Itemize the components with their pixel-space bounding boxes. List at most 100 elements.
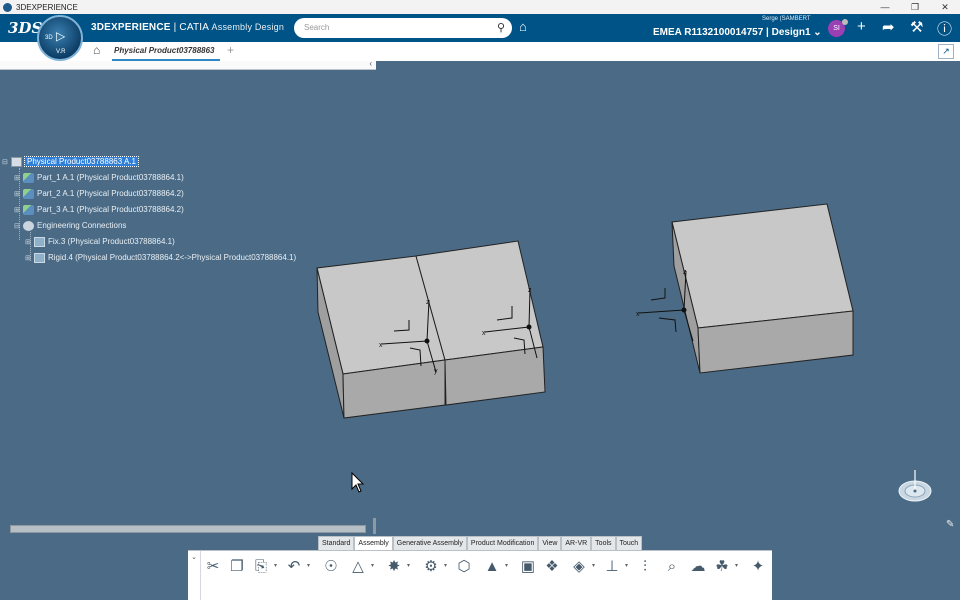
tag-icon[interactable]: ⌂ [519, 19, 527, 34]
tools-icon[interactable]: ⚒ [910, 18, 923, 36]
user-name: Serge (SAMBERT [762, 16, 811, 22]
expand-icon[interactable]: ⊞ [25, 236, 34, 249]
copy-icon[interactable]: ❐ [227, 557, 247, 577]
visualization-icon[interactable]: ☁ [688, 557, 708, 577]
fix-constraint-icon [34, 236, 45, 247]
compass-tool-icon[interactable]: ✦ [748, 557, 768, 577]
part-2-geometry[interactable] [415, 240, 546, 406]
expand-icon[interactable]: ⊞ [14, 204, 23, 217]
measure-icon[interactable]: ⫶ [635, 557, 655, 577]
mouse-cursor-icon [351, 472, 365, 493]
snap-icon[interactable]: ▲ [482, 557, 502, 577]
chevron-down-icon[interactable]: ▾ [274, 562, 277, 569]
axis-system-icon[interactable]: ⊥ [602, 557, 622, 577]
part-icon [23, 188, 34, 199]
axis-x-label: x [636, 311, 640, 318]
compass-widget[interactable]: 3D ▷ V.R [37, 15, 83, 61]
tree-node-part-2[interactable]: ⊞ Part_2 A.1 (Physical Product03788864.2) [14, 187, 184, 200]
axis-x-label: x [379, 342, 383, 349]
tree-node-fix[interactable]: ⊞ Fix.3 (Physical Product03788864.1) [25, 235, 175, 248]
axis-z-label: z [683, 269, 687, 276]
top-bar: 3DS 3DEXPERIENCE | CATIA Assembly Design… [0, 14, 960, 42]
document-tab-bar: ⌂ Physical Product03788863 + [0, 42, 960, 61]
flexible-icon[interactable]: ☘ [712, 557, 732, 577]
undo-icon[interactable]: ↶ [284, 557, 304, 577]
share-icon[interactable]: ➦ [882, 18, 895, 36]
tree-node-root[interactable]: ⊟ Physical Product03788863 A.1 [2, 155, 139, 169]
update-icon[interactable]: ✸ [384, 557, 404, 577]
tab-touch[interactable]: Touch [615, 536, 643, 550]
tab-physical-product[interactable]: Physical Product03788863 [112, 42, 220, 61]
expand-icon[interactable]: ⊞ [25, 252, 34, 265]
tab-product-modification[interactable]: Product Modification [466, 536, 539, 550]
collapse-icon[interactable]: ⊟ [2, 156, 11, 169]
product-icon [11, 156, 22, 167]
paste-icon[interactable]: ⎘ [251, 557, 271, 577]
splitter-handle[interactable] [373, 518, 376, 534]
tree-node-part-3[interactable]: ⊞ Part_3 A.1 (Physical Product03788864.2) [14, 203, 184, 216]
axis-z-label: z [426, 299, 430, 306]
part-3-geometry[interactable] [671, 203, 854, 374]
tree-node-rigid[interactable]: ⊞ Rigid.4 (Physical Product03788864.2<->P… [25, 251, 296, 264]
chevron-down-icon[interactable]: ▾ [407, 562, 410, 569]
brand-title: 3DEXPERIENCE | CATIA Assembly Design [91, 22, 285, 33]
pencil-icon[interactable]: ✎ [946, 519, 954, 530]
tab-standard[interactable]: Standard [318, 536, 355, 550]
orient-icon[interactable]: △ [348, 557, 368, 577]
action-bar-menu-icon[interactable]: ⌄ [188, 551, 201, 600]
3d-viewport[interactable]: x x x y z z z [0, 0, 960, 600]
fullscreen-icon[interactable]: ↗ [938, 44, 954, 59]
explode-icon[interactable]: ⬡ [454, 557, 474, 577]
collapse-icon[interactable]: ⊟ [14, 220, 23, 233]
cut-icon[interactable]: ✂ [203, 557, 223, 577]
view-compass-icon[interactable] [893, 468, 933, 508]
search-input[interactable]: Search ⚲ [294, 18, 512, 38]
expand-icon[interactable]: ⊞ [14, 172, 23, 185]
tree-node-part-1[interactable]: ⊞ Part_1 A.1 (Physical Product03788864.1) [14, 171, 184, 184]
part-1-geometry[interactable] [316, 255, 446, 419]
expand-icon[interactable]: ⊞ [14, 188, 23, 201]
assembly-constraint-icon[interactable]: ⚙ [421, 557, 441, 577]
tab-tools[interactable]: Tools [591, 536, 616, 550]
zoom-fit-icon[interactable]: ☉ [321, 557, 341, 577]
presence-dot [842, 19, 848, 25]
search-icon[interactable]: ⚲ [497, 18, 505, 38]
axis-y-label: y [434, 368, 438, 375]
axis-x-label: x [482, 330, 486, 337]
collaborative-space-selector[interactable]: EMEA R1132100014757 | Design1 ⌄ [653, 27, 822, 38]
collapse-panel-icon[interactable]: ‹ [369, 59, 372, 68]
tab-ar-vr[interactable]: AR-VR [561, 536, 592, 550]
chevron-down-icon[interactable]: ▾ [505, 562, 508, 569]
window-title: 3DEXPERIENCE [16, 2, 78, 12]
tab-view[interactable]: View [538, 536, 562, 550]
tree-node-engineering-connections[interactable]: ⊟ Engineering Connections [14, 219, 126, 232]
tab-assembly[interactable]: Assembly [354, 536, 393, 550]
insert-product-icon[interactable]: ▣ [518, 557, 538, 577]
chevron-down-icon[interactable]: ▾ [592, 562, 595, 569]
part-icon [23, 204, 34, 215]
app-icon [3, 2, 12, 12]
home-icon[interactable]: ⌂ [93, 43, 100, 57]
connection-icon[interactable]: ◈ [569, 557, 589, 577]
action-bar: ⌄ ✂ ❐ ⎘ ▾ ↶ ▾ ☉ △ ▾ ✸ ▾ ⚙ ▾ ⬡ ▲ ▾ ▣ ❖ ◈ … [188, 550, 772, 600]
play-icon: ▷ [56, 29, 66, 43]
chevron-down-icon[interactable]: ▾ [371, 562, 374, 569]
help-icon[interactable]: ⓘ [937, 18, 952, 39]
tab-generative-assembly[interactable]: Generative Assembly [392, 536, 467, 550]
restore-button[interactable]: ❐ [900, 0, 930, 14]
new-tab-button[interactable]: + [227, 43, 234, 57]
chevron-down-icon[interactable]: ▾ [735, 562, 738, 569]
close-button[interactable]: ✕ [930, 0, 960, 14]
plus-icon[interactable]: + [857, 18, 866, 35]
chevron-down-icon[interactable]: ▾ [307, 562, 310, 569]
part-icon [23, 172, 34, 183]
tree-horizontal-scrollbar[interactable] [10, 525, 366, 533]
product-structure-icon[interactable]: ❖ [542, 557, 562, 577]
search-part-icon[interactable]: ⌕ [662, 557, 682, 577]
minimize-button[interactable]: — [870, 0, 900, 14]
connections-icon [23, 220, 34, 231]
window-title-bar: 3DEXPERIENCE — ❐ ✕ [0, 0, 960, 14]
rigid-constraint-icon [34, 252, 45, 263]
chevron-down-icon[interactable]: ▾ [444, 562, 447, 569]
chevron-down-icon[interactable]: ▾ [625, 562, 628, 569]
